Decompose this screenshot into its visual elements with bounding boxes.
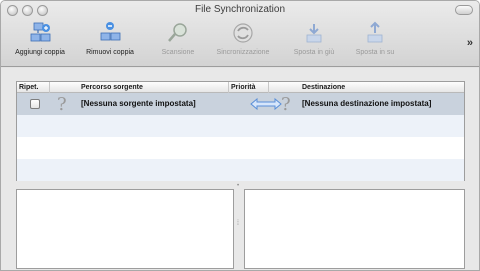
main-content: Ripet. Percorso sorgente Priorità Destin… bbox=[1, 68, 479, 270]
horizontal-splitter-handle[interactable]: • bbox=[237, 183, 241, 189]
column-header-repeat[interactable]: Ripet. bbox=[17, 82, 50, 93]
move-down-label: Sposta in giù bbox=[293, 49, 335, 56]
pairs-table: Ripet. Percorso sorgente Priorità Destin… bbox=[16, 81, 465, 181]
sync-icon bbox=[233, 23, 253, 43]
scan-label: Scansione bbox=[161, 49, 195, 56]
empty-row bbox=[17, 137, 464, 159]
sync-button[interactable]: Sincronizzazione bbox=[207, 21, 279, 65]
table-row[interactable]: ? [Nessuna sorgente impostata] ? [Nessun… bbox=[17, 93, 464, 115]
source-detail-pane bbox=[16, 189, 234, 269]
move-up-button[interactable]: Sposta in su bbox=[347, 21, 403, 65]
vertical-splitter-handle[interactable]: ⁞ bbox=[237, 220, 240, 232]
title-bar: File Synchronization Aggiungi coppia Rim… bbox=[1, 1, 479, 67]
move-up-label: Sposta in su bbox=[355, 49, 395, 56]
repeat-checkbox[interactable] bbox=[30, 99, 40, 109]
scan-icon bbox=[168, 23, 187, 42]
destination-status-icon: ? bbox=[281, 94, 291, 115]
empty-row bbox=[17, 115, 464, 137]
source-status-icon: ? bbox=[57, 94, 67, 115]
column-header-source[interactable]: Percorso sorgente bbox=[79, 82, 229, 93]
scan-button[interactable]: Scansione bbox=[155, 21, 201, 65]
source-path: [Nessuna sorgente impostata] bbox=[81, 99, 196, 108]
table-header: Ripet. Percorso sorgente Priorità Destin… bbox=[17, 82, 464, 93]
sync-label: Sincronizzazione bbox=[216, 49, 270, 56]
move-down-icon bbox=[306, 24, 322, 43]
remove-pair-button[interactable]: Rimuovi coppia bbox=[81, 21, 139, 65]
column-header-destination[interactable]: Destinazione bbox=[300, 82, 466, 93]
toolbar-toggle-button[interactable] bbox=[455, 5, 473, 15]
destination-path: [Nessuna destinazione impostata] bbox=[302, 99, 432, 108]
window-title: File Synchronization bbox=[194, 4, 286, 15]
toolbar: Aggiungi coppia Rimuovi coppia Scansione bbox=[1, 21, 479, 65]
window: File Synchronization Aggiungi coppia Rim… bbox=[0, 0, 480, 271]
toolbar-overflow-button[interactable]: » bbox=[467, 37, 473, 49]
bidirectional-arrow-icon[interactable] bbox=[249, 97, 283, 111]
column-header-priority[interactable]: Priorità bbox=[229, 82, 269, 93]
destination-detail-pane bbox=[244, 189, 465, 269]
add-pair-button[interactable]: Aggiungi coppia bbox=[9, 21, 71, 65]
add-pair-icon bbox=[30, 22, 51, 42]
empty-row bbox=[17, 159, 464, 181]
remove-pair-icon bbox=[100, 22, 121, 41]
move-down-button[interactable]: Sposta in giù bbox=[285, 21, 343, 65]
add-pair-label: Aggiungi coppia bbox=[15, 49, 65, 56]
remove-pair-label: Rimuovi coppia bbox=[86, 49, 134, 56]
move-up-icon bbox=[367, 21, 383, 43]
